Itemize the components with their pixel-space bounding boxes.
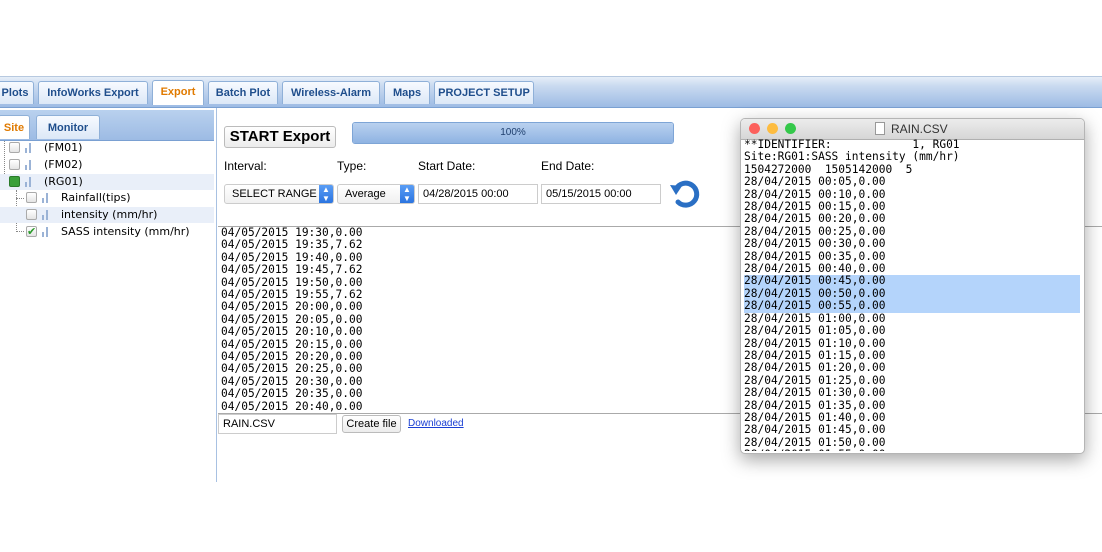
checkbox[interactable] [26,209,37,220]
tree-item-label: (FM02) [44,158,83,171]
select-arrows-icon: ▲ ▼ [400,185,414,203]
downloaded-link[interactable]: Downloaded [408,418,464,429]
csv-line: 28/04/2015 00:05,0.00 [744,175,886,189]
tree-item-label: (RG01) [44,175,83,188]
close-window-button[interactable] [749,123,760,134]
csv-line: 28/04/2015 01:30,0.00 [744,386,886,400]
export-line: 04/05/2015 20:25,0.00 [221,362,363,376]
checkbox[interactable] [26,192,37,203]
tree-item-intensity[interactable]: intensity (mm/hr) [0,207,214,223]
export-line: 04/05/2015 20:35,0.00 [221,387,363,401]
end-date-label: End Date: [541,159,595,173]
start-date-label: Start Date: [418,159,476,173]
tree-item-rg01[interactable]: (RG01) [0,174,214,190]
tree-item-label: SASS intensity (mm/hr) [61,225,190,238]
tab-wireless-alarm[interactable]: Wireless-Alarm [282,81,380,104]
checkbox-checked[interactable] [26,224,37,240]
tab-export[interactable]: Export [152,80,204,105]
export-line: 04/05/2015 19:45,7.62 [221,263,363,277]
tab-batch-plot[interactable]: Batch Plot [208,81,278,104]
csv-line: 28/04/2015 00:30,0.00 [744,237,886,251]
interval-select-value: SELECT RANGE [232,188,317,200]
csv-text: **IDENTIFIER: 1, RG01 Site:RG01:SASS inte… [744,139,960,451]
tree-item-rainfall-tips[interactable]: Rainfall(tips) [0,190,214,206]
export-line: 04/05/2015 20:00,0.00 [221,300,363,314]
tab-project-setup[interactable]: PROJECT SETUP [434,81,534,104]
export-output-text: 04/05/2015 19:30,0.00 04/05/2015 19:35,7.… [221,227,362,413]
main-tab-bar: Plots InfoWorks Export Export Batch Plot… [0,76,1102,108]
csv-preview-window: RAIN.CSV **IDENTIFIER: 1, RG01 Site:RG01:… [740,118,1085,454]
monitor-icon [25,159,33,170]
monitor-icon [25,142,33,153]
checkbox-partial[interactable] [9,176,20,187]
tab-maps[interactable]: Maps [384,81,430,104]
select-arrows-icon: ▲ ▼ [319,185,333,203]
end-date-input[interactable]: 05/15/2015 00:00 [541,184,661,204]
export-line: 04/05/2015 19:35,7.62 [221,238,363,252]
progress-label: 100% [500,127,526,138]
csv-line: Site:RG01:SASS intensity (mm/hr) [744,150,960,164]
channel-icon [42,209,50,220]
checkbox[interactable] [9,142,20,153]
minimize-window-button[interactable] [767,123,778,134]
tree-item-label: intensity (mm/hr) [61,208,158,221]
checkbox[interactable] [9,159,20,170]
csv-content[interactable]: **IDENTIFIER: 1, RG01 Site:RG01:SASS inte… [744,139,1082,451]
tab-plots[interactable]: Plots [0,81,34,104]
csv-line: 28/04/2015 00:20,0.00 [744,212,886,226]
create-file-button[interactable]: Create file [342,415,401,433]
filename-input[interactable]: RAIN.CSV [218,414,337,434]
csv-line: 28/04/2015 00:45,0.00 [744,274,886,288]
site-monitor-tab-bar: Site Monitor [0,110,214,141]
zoom-window-button[interactable] [785,123,796,134]
channel-icon [42,226,50,237]
start-export-button[interactable]: START Export [224,126,336,148]
refresh-icon[interactable] [668,177,702,209]
tree-item-fm01[interactable]: (FM01) [0,140,214,156]
csv-line: 28/04/2015 01:45,0.00 [744,423,886,437]
export-line: 04/05/2015 20:40,0.00 [221,399,363,413]
type-select-value: Average [345,188,386,200]
monitor-icon [25,176,33,187]
csv-line: 28/04/2015 01:55,0.00 [744,448,960,451]
interval-label: Interval: [224,159,267,173]
type-label: Type: [337,159,367,173]
export-line: 04/05/2015 20:10,0.00 [221,325,363,339]
csv-line: 28/04/2015 00:55,0.00 [744,299,886,313]
tab-monitor[interactable]: Monitor [36,115,100,139]
csv-line: 28/04/2015 01:05,0.00 [744,324,886,338]
start-date-input[interactable]: 04/28/2015 00:00 [418,184,538,204]
window-title: RAIN.CSV [891,122,948,136]
tab-infoworks-export[interactable]: InfoWorks Export [38,81,148,104]
tab-site[interactable]: Site [0,115,30,139]
tree-item-label: Rainfall(tips) [61,191,131,204]
window-title-bar[interactable]: RAIN.CSV [741,119,1084,140]
document-icon [875,122,885,135]
tree-item-label: (FM01) [44,141,83,154]
csv-line: 28/04/2015 01:20,0.00 [744,361,886,375]
export-progress-bar: 100% [352,122,674,144]
type-select[interactable]: Average ▲ ▼ [337,184,415,204]
interval-select[interactable]: SELECT RANGE ▲ ▼ [224,184,334,204]
channel-icon [42,192,50,203]
tree-item-sass-intensity[interactable]: SASS intensity (mm/hr) [0,224,214,240]
tree-item-fm02[interactable]: (FM02) [0,157,214,173]
